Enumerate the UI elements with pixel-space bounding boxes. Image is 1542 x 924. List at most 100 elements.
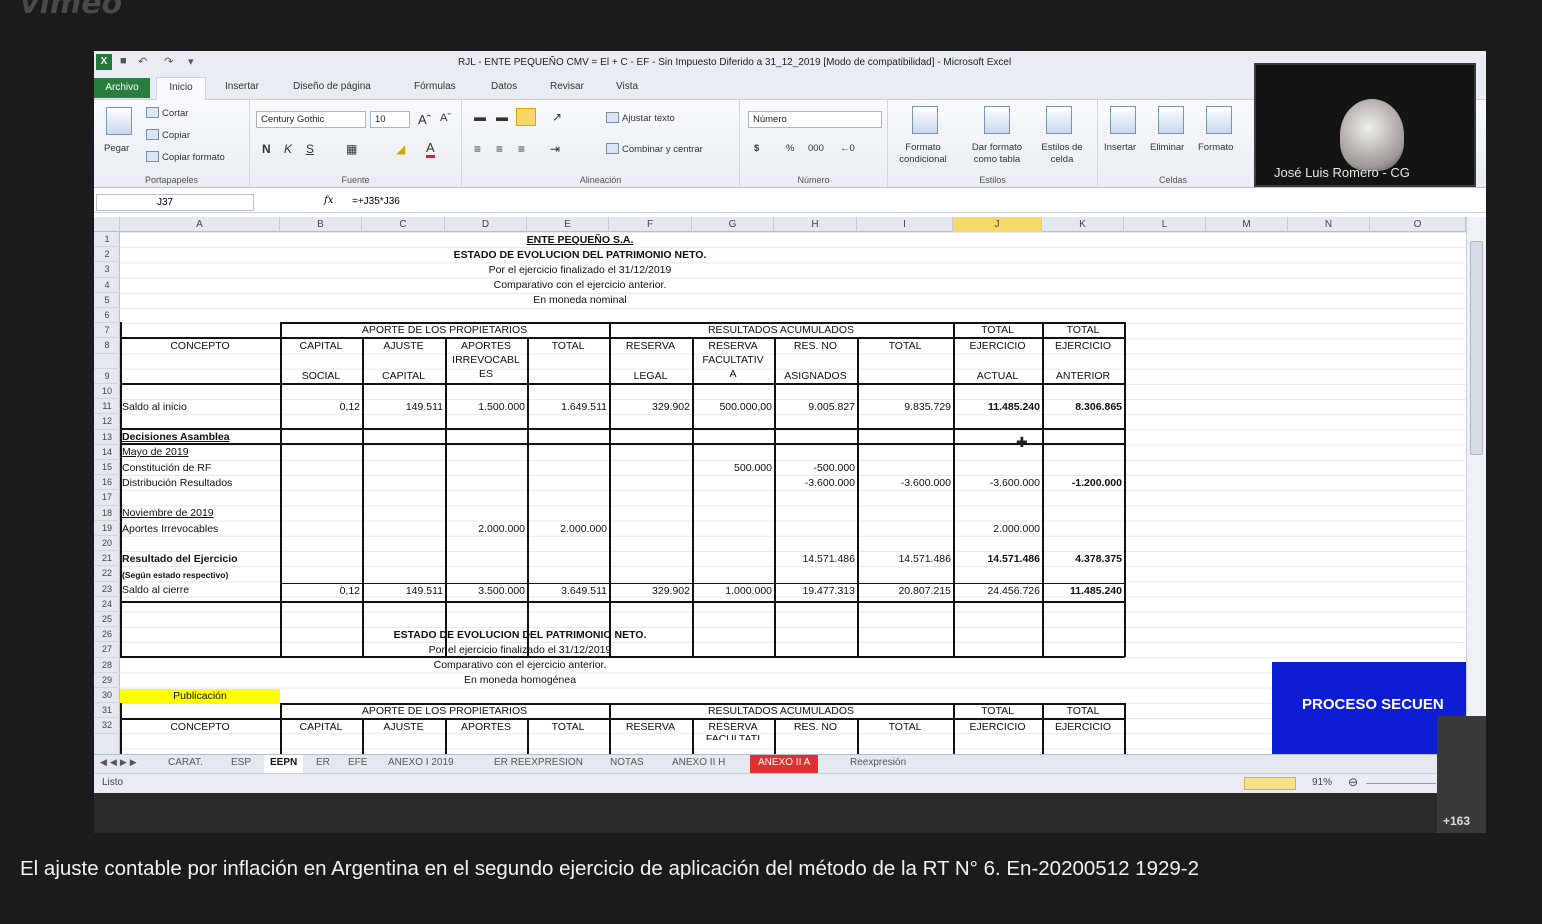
header-total-anterior[interactable]: TOTAL — [1042, 323, 1124, 337]
italic-icon[interactable]: K — [284, 142, 292, 156]
row-header[interactable]: 15 — [94, 460, 120, 476]
cell-segun[interactable]: (Según estado respectivo) — [122, 568, 228, 582]
fill-color-icon[interactable]: ◢ — [396, 142, 405, 156]
indent-icon[interactable]: ⇥ — [550, 142, 560, 156]
header-aportes-2[interactable]: APORTES — [445, 720, 527, 734]
header-ejercicio-anterior[interactable]: EJERCICIO — [1042, 339, 1124, 353]
font-size-select[interactable]: 10 — [370, 111, 410, 128]
customize-toolbar-icon[interactable]: ▾ — [188, 55, 194, 69]
row-header[interactable] — [94, 354, 120, 369]
zoom-slider[interactable] — [1366, 783, 1436, 784]
cell-mayo[interactable]: Mayo de 2019 — [122, 445, 189, 459]
sheet-tab[interactable]: CARAT. — [168, 757, 203, 768]
row-header[interactable]: 23 — [94, 582, 120, 597]
header-ajuste[interactable]: AJUSTE — [362, 339, 445, 353]
number-format-select[interactable]: Número — [748, 111, 882, 128]
row-header[interactable]: 4 — [94, 278, 120, 293]
sheet-tab[interactable]: EFE — [348, 757, 367, 768]
cell-value[interactable]: 500.000,00 — [692, 400, 772, 414]
cell-value[interactable]: 14.571.486 — [857, 552, 951, 566]
header-actual[interactable]: ACTUAL — [953, 369, 1042, 383]
worksheet-grid[interactable]: ENTE PEQUEÑO S.A. ESTADO DE EVOLUCION DE… — [120, 232, 1466, 758]
redo-icon[interactable]: ↷ — [164, 55, 173, 69]
header-ejercicio-2b[interactable]: EJERCICIO — [1042, 720, 1124, 734]
font-family-select[interactable]: Century Gothic — [256, 111, 366, 128]
header-resno[interactable]: RES. NO — [774, 339, 857, 353]
cell-styles-button[interactable]: Estilos de celda — [1034, 142, 1090, 166]
zoom-out-icon[interactable]: ⊖ — [1348, 775, 1358, 789]
cell-value[interactable]: 329.902 — [609, 584, 690, 598]
tab-vista[interactable]: Vista — [616, 81, 638, 92]
row-header[interactable]: 13 — [94, 430, 120, 445]
tab-diseno[interactable]: Diseño de página — [293, 81, 371, 92]
cell-value[interactable]: 0,12 — [280, 400, 360, 414]
header-aporte-2[interactable]: APORTE DE LOS PROPIETARIOS — [280, 704, 609, 718]
row-header[interactable]: 25 — [94, 612, 120, 628]
delete-cells-icon[interactable] — [1158, 106, 1184, 134]
grow-font-icon[interactable]: Aˆ — [418, 112, 431, 127]
row-header[interactable]: 9 — [94, 369, 120, 384]
align-left-icon[interactable]: ≡ — [474, 142, 481, 156]
underline-icon[interactable]: S — [306, 142, 314, 156]
tab-archivo[interactable]: Archivo — [94, 78, 150, 98]
cell-value[interactable]: 11.485.240 — [1042, 584, 1122, 598]
cell-value[interactable]: 3.500.000 — [445, 584, 525, 598]
cell-value[interactable]: -3.600.000 — [774, 476, 855, 490]
cell-value[interactable]: -3.600.000 — [953, 476, 1040, 490]
cell-value[interactable]: 8.306.865 — [1042, 400, 1122, 414]
cut-button[interactable]: Cortar — [146, 107, 188, 119]
cell-value[interactable]: 1.000.000 — [692, 584, 772, 598]
cell-comparative-2[interactable]: Comparativo con el ejercicio anterior. — [320, 658, 720, 672]
cell-period-2[interactable]: Por el ejercicio finalizado el 31/12/201… — [320, 643, 720, 657]
cell-title[interactable]: ENTE PEQUEÑO S.A. — [500, 233, 660, 247]
row-header[interactable]: 16 — [94, 475, 120, 491]
insert-cells-icon[interactable] — [1110, 106, 1136, 134]
bold-icon[interactable]: N — [262, 142, 271, 156]
cell-saldo-inicio[interactable]: Saldo al inicio — [122, 400, 187, 414]
row-header[interactable]: 3 — [94, 262, 120, 278]
column-header[interactable]: E — [527, 217, 609, 232]
cell-value[interactable]: 3.649.511 — [527, 584, 607, 598]
row-header[interactable]: 27 — [94, 642, 120, 658]
header-reserva-2[interactable]: RESERVA — [609, 720, 692, 734]
cell-value[interactable]: 24.456.726 — [953, 584, 1040, 598]
sheet-tab[interactable]: ANEXO II H — [672, 757, 725, 768]
cell-comparative[interactable]: Comparativo con el ejercicio anterior. — [380, 278, 780, 292]
row-header[interactable]: 24 — [94, 597, 120, 612]
cell-period[interactable]: Por el ejercicio finalizado el 31/12/201… — [380, 263, 780, 277]
sheet-tab[interactable]: ANEXO I 2019 — [388, 757, 454, 768]
align-right-icon[interactable]: ≡ — [518, 142, 525, 156]
sheet-tab[interactable]: ESP — [231, 757, 251, 768]
sheet-tab[interactable]: NOTAS — [610, 757, 644, 768]
row-header[interactable]: 18 — [94, 506, 120, 521]
format-table-button[interactable]: Dar formato como tabla — [962, 142, 1032, 166]
header-resno-2[interactable]: RES. NO — [774, 720, 857, 734]
header-asignados[interactable]: ASIGNADOS — [774, 369, 857, 383]
row-header[interactable]: 12 — [94, 414, 120, 430]
row-header[interactable]: 19 — [94, 521, 120, 536]
decimals-icon[interactable]: ←0 — [840, 143, 855, 154]
header-aportes[interactable]: APORTES — [445, 339, 527, 353]
sheet-tab[interactable]: Reexpresión — [850, 757, 906, 768]
align-middle-icon[interactable]: ▬ — [496, 110, 508, 124]
row-header[interactable]: 29 — [94, 673, 120, 688]
header-facultativ[interactable]: FACULTATIV — [692, 353, 774, 367]
cell-value[interactable]: -3.600.000 — [857, 476, 951, 490]
conditional-format-button[interactable]: Formato condicional — [892, 142, 954, 166]
column-header[interactable]: D — [445, 217, 527, 232]
header-resultados-2[interactable]: RESULTADOS ACUMULADOS — [609, 704, 953, 718]
format-table-icon[interactable] — [984, 106, 1010, 134]
row-header[interactable]: 6 — [94, 308, 120, 324]
header-legal[interactable]: LEGAL — [609, 369, 692, 383]
row-header[interactable]: 8 — [94, 338, 120, 354]
insert-cells-button[interactable]: Insertar — [1104, 142, 1136, 153]
cell-value[interactable]: 1.500.000 — [445, 400, 525, 414]
vertical-scrollbar[interactable] — [1466, 217, 1486, 758]
header-aporte[interactable]: APORTE DE LOS PROPIETARIOS — [280, 323, 609, 337]
select-all-corner[interactable] — [94, 217, 120, 232]
column-header[interactable]: H — [774, 217, 857, 232]
copy-button[interactable]: Copiar — [146, 129, 190, 141]
name-box[interactable]: J37 — [96, 194, 254, 211]
format-cells-icon[interactable] — [1206, 106, 1232, 134]
header-capital[interactable]: CAPITAL — [280, 339, 362, 353]
